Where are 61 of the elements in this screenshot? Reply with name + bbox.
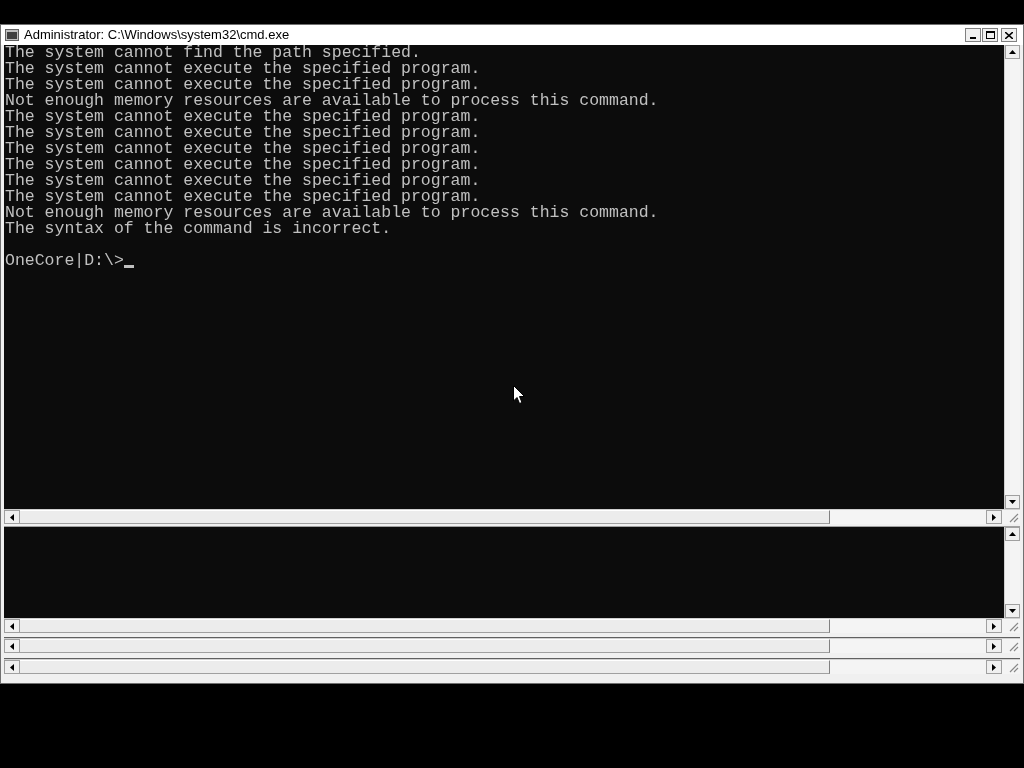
scroll-right-button[interactable] xyxy=(986,639,1002,653)
left-arrow-icon xyxy=(10,663,14,671)
resize-grip-icon[interactable] xyxy=(1007,661,1019,673)
up-arrow-icon xyxy=(1009,532,1016,536)
horizontal-scrollbar[interactable] xyxy=(4,638,1020,653)
scroll-left-button[interactable] xyxy=(4,619,20,633)
scrollbar-thumb[interactable] xyxy=(20,619,830,633)
down-arrow-icon xyxy=(1009,500,1016,504)
scroll-right-button[interactable] xyxy=(986,660,1002,674)
scrollbar-thumb[interactable] xyxy=(20,639,830,653)
scroll-up-button[interactable] xyxy=(1005,45,1020,59)
console-line: Not enough memory resources are available to process this command. xyxy=(5,93,660,109)
maximize-button[interactable] xyxy=(982,28,998,42)
vertical-scrollbar[interactable] xyxy=(1004,45,1020,509)
console-line: The system cannot find the path specified. xyxy=(5,45,422,61)
close-icon xyxy=(1005,31,1013,39)
resize-grip-icon[interactable] xyxy=(1007,511,1019,523)
window-title: Administrator: C:\Windows\system32\cmd.exe xyxy=(24,26,290,45)
right-arrow-icon xyxy=(992,513,996,521)
left-arrow-icon xyxy=(10,513,14,521)
mouse-pointer-icon xyxy=(513,385,525,404)
right-arrow-icon xyxy=(992,642,996,650)
left-arrow-icon xyxy=(10,642,14,650)
scroll-up-button[interactable] xyxy=(1005,527,1020,541)
scroll-right-button[interactable] xyxy=(986,510,1002,524)
console-line: The system cannot execute the specified program. xyxy=(5,125,482,141)
console-line: The system cannot execute the specified program. xyxy=(5,173,482,189)
scroll-down-button[interactable] xyxy=(1005,604,1020,618)
console-line: The system cannot execute the specified program. xyxy=(5,109,481,125)
command-prompt: OneCore|D:\> xyxy=(5,253,124,269)
horizontal-scrollbar[interactable] xyxy=(4,659,1020,674)
resize-grip-icon[interactable] xyxy=(1007,620,1019,632)
console-line: The syntax of the command is incorrect. xyxy=(5,221,393,237)
scroll-right-button[interactable] xyxy=(986,619,1002,633)
horizontal-scrollbar[interactable] xyxy=(4,618,1020,633)
up-arrow-icon xyxy=(1009,50,1016,54)
console-line: Not enough memory resources are available to process this command. xyxy=(5,205,660,221)
close-button[interactable] xyxy=(1001,28,1017,42)
scroll-down-button[interactable] xyxy=(1005,495,1020,509)
down-arrow-icon xyxy=(1009,609,1016,613)
scroll-left-button[interactable] xyxy=(4,639,20,653)
console-line: The system cannot execute the specified program. xyxy=(5,77,482,93)
console-line: The system cannot execute the specified program. xyxy=(5,189,482,205)
console-line: The system cannot execute the specified program. xyxy=(5,61,482,77)
right-arrow-icon xyxy=(992,622,996,630)
text-cursor xyxy=(123,265,134,268)
maximize-icon xyxy=(985,31,995,39)
scrollbar-thumb[interactable] xyxy=(20,660,830,674)
console-line: The system cannot execute the specified program. xyxy=(5,141,482,157)
console-line: The system cannot execute the specified program. xyxy=(5,157,482,173)
scroll-left-button[interactable] xyxy=(4,660,20,674)
resize-grip-icon[interactable] xyxy=(1007,640,1019,652)
minimize-button[interactable] xyxy=(965,28,981,42)
vertical-scrollbar[interactable] xyxy=(1004,527,1020,618)
minimize-icon xyxy=(970,37,976,39)
right-arrow-icon xyxy=(992,663,996,671)
scrollbar-thumb[interactable] xyxy=(20,510,830,524)
scroll-left-button[interactable] xyxy=(4,510,20,524)
console-app-icon xyxy=(5,29,19,41)
left-arrow-icon xyxy=(10,622,14,630)
horizontal-scrollbar[interactable] xyxy=(4,509,1020,524)
